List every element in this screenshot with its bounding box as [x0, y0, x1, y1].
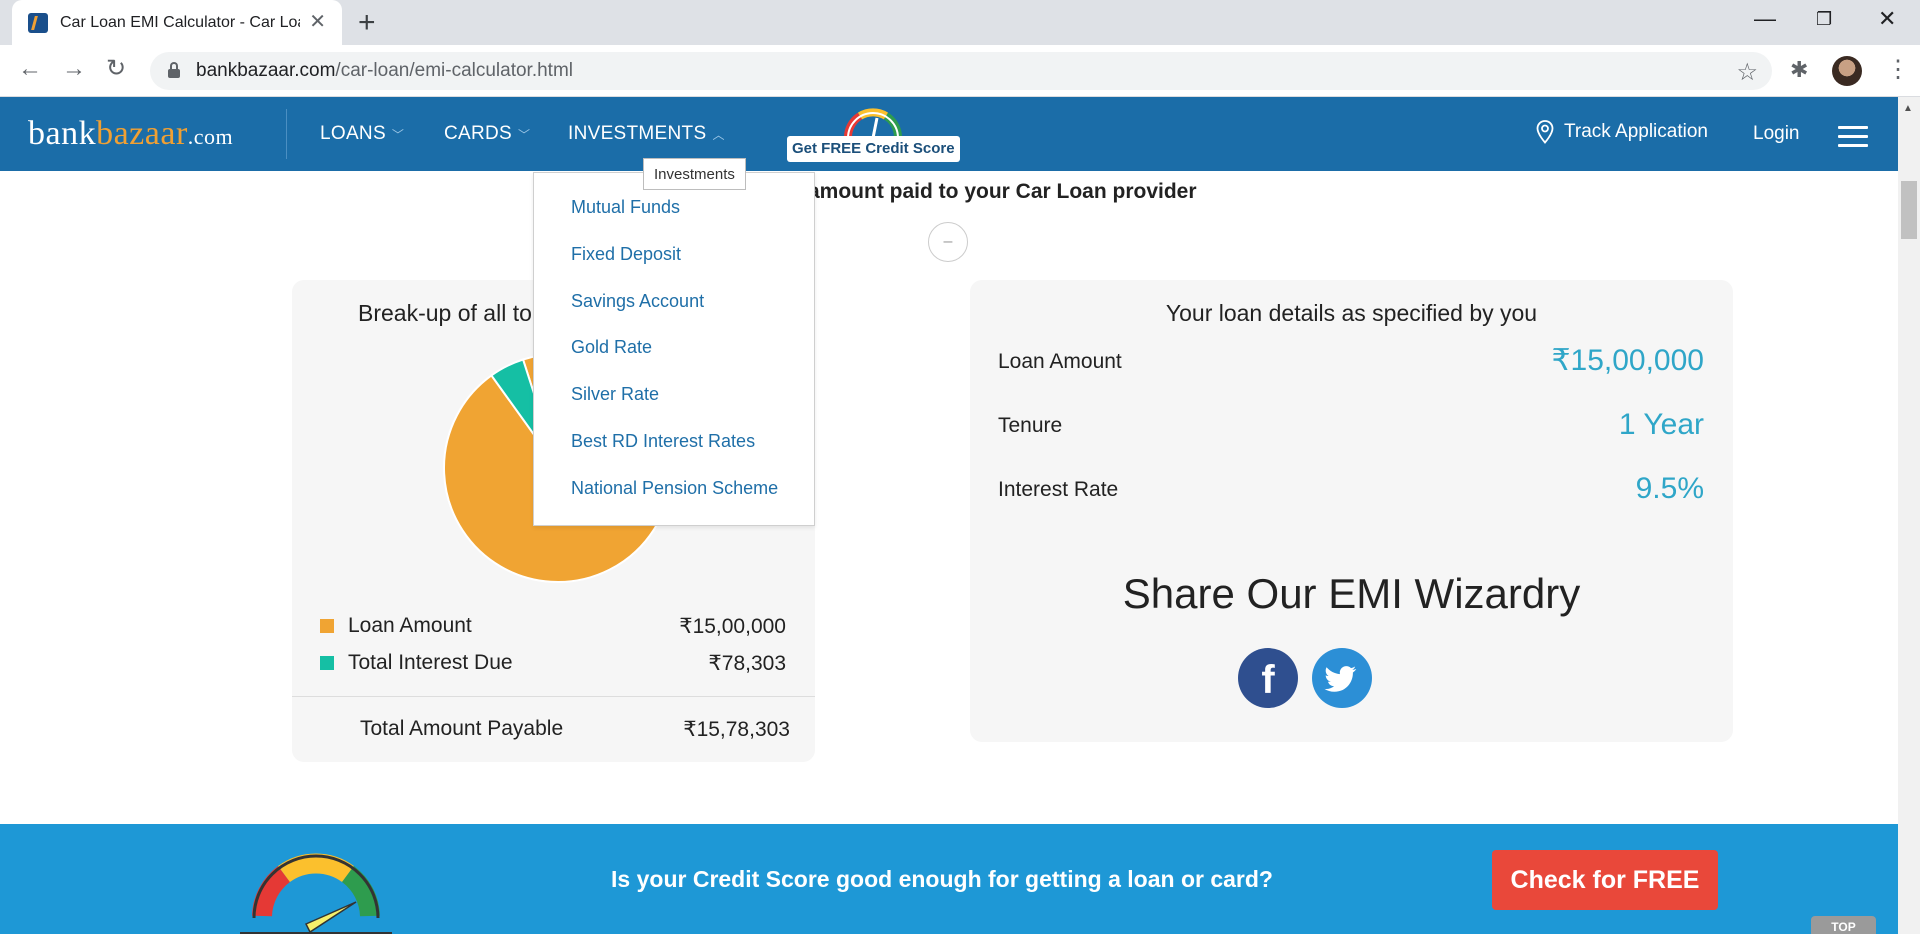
detail-label: Tenure: [998, 414, 1063, 437]
location-pin-icon: [1536, 120, 1554, 144]
page-root: Car Loan EMI Calculator - Car Loa ✕ + — …: [0, 0, 1920, 934]
new-tab-icon[interactable]: +: [358, 8, 376, 38]
url-text: bankbazaar.com/car-loan/emi-calculator.h…: [196, 60, 574, 81]
chevron-down-icon: ﹀: [518, 128, 531, 142]
investments-tooltip: Investments: [643, 158, 746, 190]
total-label: Total Amount Payable: [360, 717, 564, 740]
window-close-icon[interactable]: ✕: [1878, 6, 1896, 32]
scroll-thumb[interactable]: [1901, 181, 1917, 239]
detail-label: Interest Rate: [998, 478, 1119, 501]
browser-menu-icon[interactable]: ⋮: [1886, 55, 1910, 84]
total-amount-payable-row: Total Amount Payable ₹15,78,303: [360, 717, 790, 741]
investments-dropdown: Mutual Funds Fixed Deposit Savings Accou…: [533, 172, 815, 526]
chevron-down-icon: ﹀: [391, 128, 405, 142]
dropdown-item-gold-rate[interactable]: Gold Rate: [571, 337, 652, 358]
browser-toolbar: ← → ↻ bankbazaar.com/car-loan/emi-calcul…: [0, 45, 1920, 97]
bookmark-star-icon[interactable]: ☆: [1736, 58, 1758, 87]
total-value: ₹15,78,303: [683, 718, 790, 741]
facebook-share-icon[interactable]: f: [1238, 648, 1298, 708]
check-for-free-button[interactable]: Check for FREE: [1492, 850, 1718, 910]
loan-details-title: Your loan details as specified by you: [1165, 300, 1538, 326]
tab-title: Car Loan EMI Calculator - Car Loa: [60, 13, 300, 31]
collapse-toggle-button[interactable]: –: [928, 222, 968, 262]
address-bar[interactable]: bankbazaar.com/car-loan/emi-calculator.h…: [150, 52, 1772, 90]
tab-close-icon[interactable]: ✕: [309, 12, 326, 32]
detail-loan-amount: Loan Amount ₹15,00,000: [998, 342, 1704, 378]
detail-value: 9.5%: [1635, 472, 1704, 505]
legend-interest-due: Total Interest Due ₹78,303: [320, 651, 786, 675]
bankbazaar-logo[interactable]: bankbazaar.com: [28, 115, 233, 153]
dropdown-item-national-pension-scheme[interactable]: National Pension Scheme: [571, 478, 778, 499]
login-link[interactable]: Login: [1753, 123, 1800, 145]
detail-label: Loan Amount: [998, 350, 1122, 373]
section-heading: amount paid to your Car Loan provider: [808, 180, 1197, 203]
nav-loans[interactable]: LOANS ﹀: [320, 123, 404, 145]
hamburger-menu-icon[interactable]: [1838, 126, 1868, 148]
extensions-icon[interactable]: ✱: [1790, 57, 1808, 83]
lock-icon: [168, 62, 180, 78]
detail-interest-rate: Interest Rate 9.5%: [998, 470, 1704, 506]
reload-icon[interactable]: ↻: [106, 57, 126, 81]
restore-icon[interactable]: ❐: [1816, 9, 1832, 30]
minimize-icon[interactable]: —: [1754, 6, 1776, 32]
legend-swatch: [320, 619, 334, 633]
track-application-link[interactable]: Track Application: [1536, 120, 1708, 144]
legend-swatch: [320, 656, 334, 670]
dropdown-item-fixed-deposit[interactable]: Fixed Deposit: [571, 244, 681, 265]
free-credit-score-badge[interactable]: Get FREE Credit Score: [787, 136, 960, 162]
scroll-up-arrow-icon[interactable]: ▲: [1903, 103, 1913, 114]
legend-value: ₹78,303: [708, 652, 786, 675]
detail-tenure: Tenure 1 Year: [998, 406, 1704, 442]
credit-score-banner: Is your Credit Score good enough for get…: [0, 824, 1898, 934]
dropdown-item-silver-rate[interactable]: Silver Rate: [571, 384, 659, 405]
legend-value: ₹15,00,000: [679, 615, 786, 638]
header-divider: [286, 109, 287, 159]
page-scrollbar[interactable]: ▲: [1898, 97, 1920, 934]
credit-score-gauge-icon[interactable]: [842, 104, 904, 140]
nav-cards[interactable]: CARDS ﹀: [444, 123, 530, 145]
browser-tabstrip: Car Loan EMI Calculator - Car Loa ✕ + — …: [0, 0, 1920, 45]
legend-loan-amount: Loan Amount ₹15,00,000: [320, 614, 786, 638]
loan-details-card: Your loan details as specified by you Lo…: [970, 280, 1733, 742]
back-to-top-button[interactable]: TOP: [1811, 916, 1876, 934]
total-divider: [292, 696, 815, 697]
back-icon[interactable]: ←: [18, 57, 42, 81]
detail-value: ₹15,00,000: [1551, 344, 1704, 377]
twitter-share-icon[interactable]: [1312, 648, 1372, 708]
breakup-title: Break-up of all to: [358, 300, 532, 326]
dropdown-item-mutual-funds[interactable]: Mutual Funds: [571, 197, 680, 218]
track-application-label: Track Application: [1564, 121, 1708, 142]
browser-tab[interactable]: Car Loan EMI Calculator - Car Loa ✕: [12, 0, 342, 45]
nav-investments[interactable]: INVESTMENTS ︿: [568, 123, 725, 145]
chevron-up-icon: ︿: [712, 128, 725, 142]
detail-value: 1 Year: [1618, 408, 1704, 441]
bankbazaar-favicon-icon: [28, 12, 48, 33]
dropdown-item-savings-account[interactable]: Savings Account: [571, 291, 704, 312]
dropdown-item-best-rd-rates[interactable]: Best RD Interest Rates: [571, 431, 755, 452]
forward-icon[interactable]: →: [62, 57, 86, 81]
profile-avatar[interactable]: [1832, 56, 1862, 86]
share-title: Share Our EMI Wizardry: [1122, 570, 1581, 617]
